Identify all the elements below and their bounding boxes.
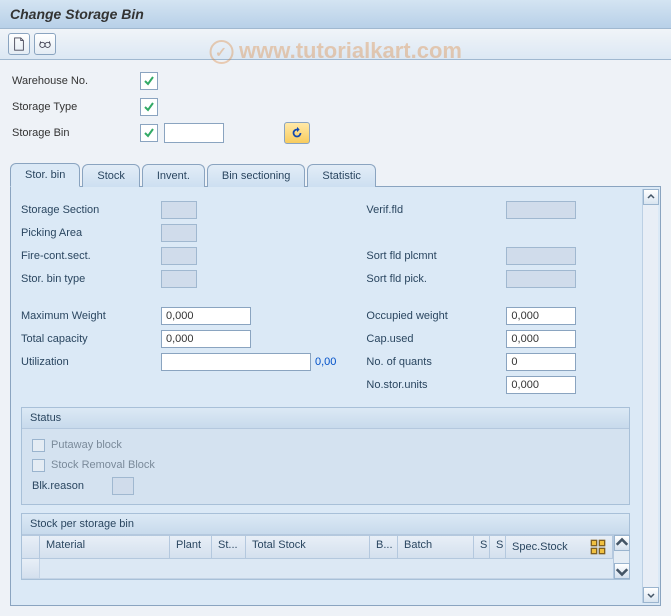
col-plant[interactable]: Plant xyxy=(170,536,212,558)
cap-used-label: Cap.used xyxy=(366,333,506,345)
field-grid: Storage Section Picking Area Fire-cont.s… xyxy=(21,199,650,397)
sort-pick-field xyxy=(506,270,576,288)
table-scroll-down[interactable] xyxy=(614,563,630,579)
storage-bin-input[interactable] xyxy=(164,123,224,143)
total-cap-input[interactable] xyxy=(161,330,251,348)
tab-area: Stor. bin Stock Invent. Bin sectioning S… xyxy=(0,162,671,616)
refresh-button[interactable] xyxy=(284,122,310,144)
col-st[interactable]: St... xyxy=(212,536,246,558)
stor-bin-type-label: Stor. bin type xyxy=(21,273,161,285)
tab-stock[interactable]: Stock xyxy=(82,164,140,187)
tab-statistic[interactable]: Statistic xyxy=(307,164,376,187)
document-icon xyxy=(12,37,26,51)
chevron-up-icon xyxy=(647,193,655,201)
status-group: Status Putaway block Stock Removal Block… xyxy=(21,407,630,505)
scroll-up-button[interactable] xyxy=(643,189,659,205)
col-s1[interactable]: S xyxy=(474,536,490,558)
col-s2[interactable]: S xyxy=(490,536,506,558)
warehouse-label: Warehouse No. xyxy=(12,75,140,87)
glasses-button[interactable] xyxy=(34,33,56,55)
tab-invent[interactable]: Invent. xyxy=(142,164,205,187)
verif-label: Verif.fld xyxy=(366,204,506,216)
col-batch[interactable]: Batch xyxy=(398,536,474,558)
total-cap-label: Total capacity xyxy=(21,333,161,345)
stock-table-group: Stock per storage bin Material Plant St.… xyxy=(21,513,630,580)
quants-input[interactable] xyxy=(506,353,576,371)
occ-weight-input[interactable] xyxy=(506,307,576,325)
blk-reason-field xyxy=(112,477,134,495)
picking-area-field xyxy=(161,224,197,242)
table-scrollbar[interactable] xyxy=(613,535,629,579)
putaway-label: Putaway block xyxy=(51,439,122,451)
left-column: Storage Section Picking Area Fire-cont.s… xyxy=(21,199,336,397)
col-b[interactable]: B... xyxy=(370,536,398,558)
max-weight-label: Maximum Weight xyxy=(21,310,161,322)
table-row[interactable] xyxy=(22,559,613,579)
stock-table-title: Stock per storage bin xyxy=(22,514,629,535)
putaway-checkbox[interactable] xyxy=(32,439,45,452)
chevron-up-icon xyxy=(615,536,629,550)
cap-used-input[interactable] xyxy=(506,330,576,348)
stor-units-input[interactable] xyxy=(506,376,576,394)
page-title: Change Storage Bin xyxy=(10,6,661,22)
removal-label: Stock Removal Block xyxy=(51,459,155,471)
table-header: Material Plant St... Total Stock B... Ba… xyxy=(22,535,613,559)
tab-stor-bin[interactable]: Stor. bin xyxy=(10,163,80,187)
right-column: Verif.fld Sort fld plcmnt Sort fld pick.… xyxy=(366,199,630,397)
fire-cont-label: Fire-cont.sect. xyxy=(21,250,161,262)
sort-pick-label: Sort fld pick. xyxy=(366,273,506,285)
storage-type-label: Storage Type xyxy=(12,101,140,113)
new-document-button[interactable] xyxy=(8,33,30,55)
quants-label: No. of quants xyxy=(366,356,506,368)
refresh-icon xyxy=(290,126,304,140)
tab-panel: Storage Section Picking Area Fire-cont.s… xyxy=(10,186,661,606)
tab-bin-sectioning[interactable]: Bin sectioning xyxy=(207,164,306,187)
title-bar: Change Storage Bin xyxy=(0,0,671,29)
col-total-stock[interactable]: Total Stock xyxy=(246,536,370,558)
utilization-label: Utilization xyxy=(21,356,161,368)
col-spec-stock[interactable]: Spec.Stock xyxy=(506,536,613,558)
picking-area-label: Picking Area xyxy=(21,227,161,239)
fire-cont-field xyxy=(161,247,197,265)
utilization-input[interactable] xyxy=(161,353,311,371)
storage-bin-label: Storage Bin xyxy=(12,127,140,139)
col-material[interactable]: Material xyxy=(40,536,170,558)
storage-bin-required-icon xyxy=(140,124,158,142)
glasses-icon xyxy=(38,37,52,51)
blk-reason-label: Blk.reason xyxy=(32,480,112,492)
stor-units-label: No.stor.units xyxy=(366,379,506,391)
verif-field xyxy=(506,201,576,219)
storage-section-label: Storage Section xyxy=(21,204,161,216)
removal-checkbox[interactable] xyxy=(32,459,45,472)
app-toolbar xyxy=(0,29,671,60)
table-scroll-up[interactable] xyxy=(614,535,630,551)
table-config-button[interactable] xyxy=(590,539,606,555)
scroll-down-button[interactable] xyxy=(643,587,659,603)
panel-scrollbar[interactable] xyxy=(642,189,658,603)
table-config-icon xyxy=(590,539,606,555)
storage-type-required-icon xyxy=(140,98,158,116)
chevron-down-icon xyxy=(615,564,629,578)
storage-section-field xyxy=(161,201,197,219)
col-selector[interactable] xyxy=(22,536,40,558)
putaway-block-row: Putaway block xyxy=(32,435,619,455)
sort-plc-field xyxy=(506,247,576,265)
chevron-down-icon xyxy=(647,591,655,599)
occ-weight-label: Occupied weight xyxy=(366,310,506,322)
row-selector[interactable] xyxy=(22,559,40,578)
sort-plc-label: Sort fld plcmnt xyxy=(366,250,506,262)
header-fields: Warehouse No. Storage Type Storage Bin xyxy=(0,60,671,162)
tab-strip: Stor. bin Stock Invent. Bin sectioning S… xyxy=(10,162,661,186)
max-weight-input[interactable] xyxy=(161,307,251,325)
stor-bin-type-field xyxy=(161,270,197,288)
removal-block-row: Stock Removal Block xyxy=(32,455,619,475)
utilization-pct: 0,00 xyxy=(315,356,336,368)
status-title: Status xyxy=(22,408,629,429)
warehouse-required-icon xyxy=(140,72,158,90)
